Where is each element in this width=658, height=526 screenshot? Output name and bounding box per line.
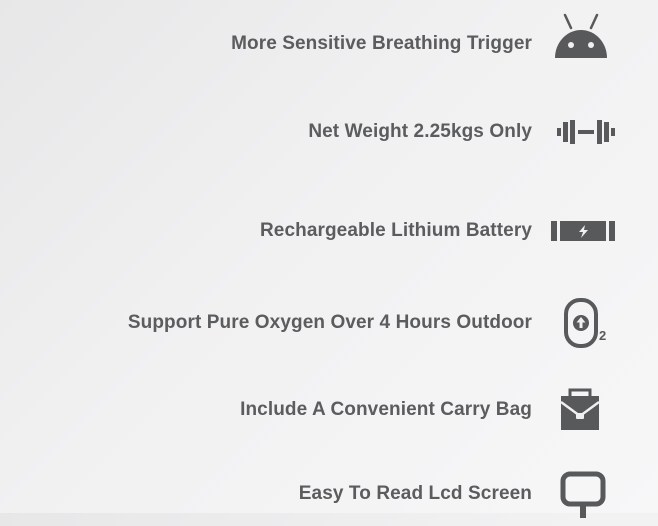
feature-label: More Sensitive Breathing Trigger (231, 33, 532, 54)
android-icon (548, 12, 624, 76)
feature-battery: Rechargeable Lithium Battery (0, 199, 658, 263)
oxygen-tank-icon (548, 291, 624, 355)
screen-icon (548, 462, 624, 526)
feature-breathing-trigger: More Sensitive Breathing Trigger (0, 12, 658, 76)
oxygen-subscript: 2 (599, 328, 607, 343)
feature-pure-oxygen: Support Pure Oxygen Over 4 Hours Outdoor… (0, 291, 658, 355)
briefcase-icon (548, 378, 624, 442)
feature-label: Net Weight 2.25kgs Only (308, 121, 532, 142)
feature-lcd-screen: Easy To Read Lcd Screen (0, 462, 658, 526)
feature-label: Easy To Read Lcd Screen (298, 483, 532, 504)
feature-label: Include A Convenient Carry Bag (240, 399, 532, 420)
battery-icon (548, 199, 624, 263)
feature-net-weight: Net Weight 2.25kgs Only (0, 100, 658, 164)
dumbbell-icon (548, 100, 624, 164)
feature-carry-bag: Include A Convenient Carry Bag (0, 378, 658, 442)
feature-label: Rechargeable Lithium Battery (259, 220, 532, 241)
feature-label: Support Pure Oxygen Over 4 Hours Outdoor (127, 312, 532, 333)
